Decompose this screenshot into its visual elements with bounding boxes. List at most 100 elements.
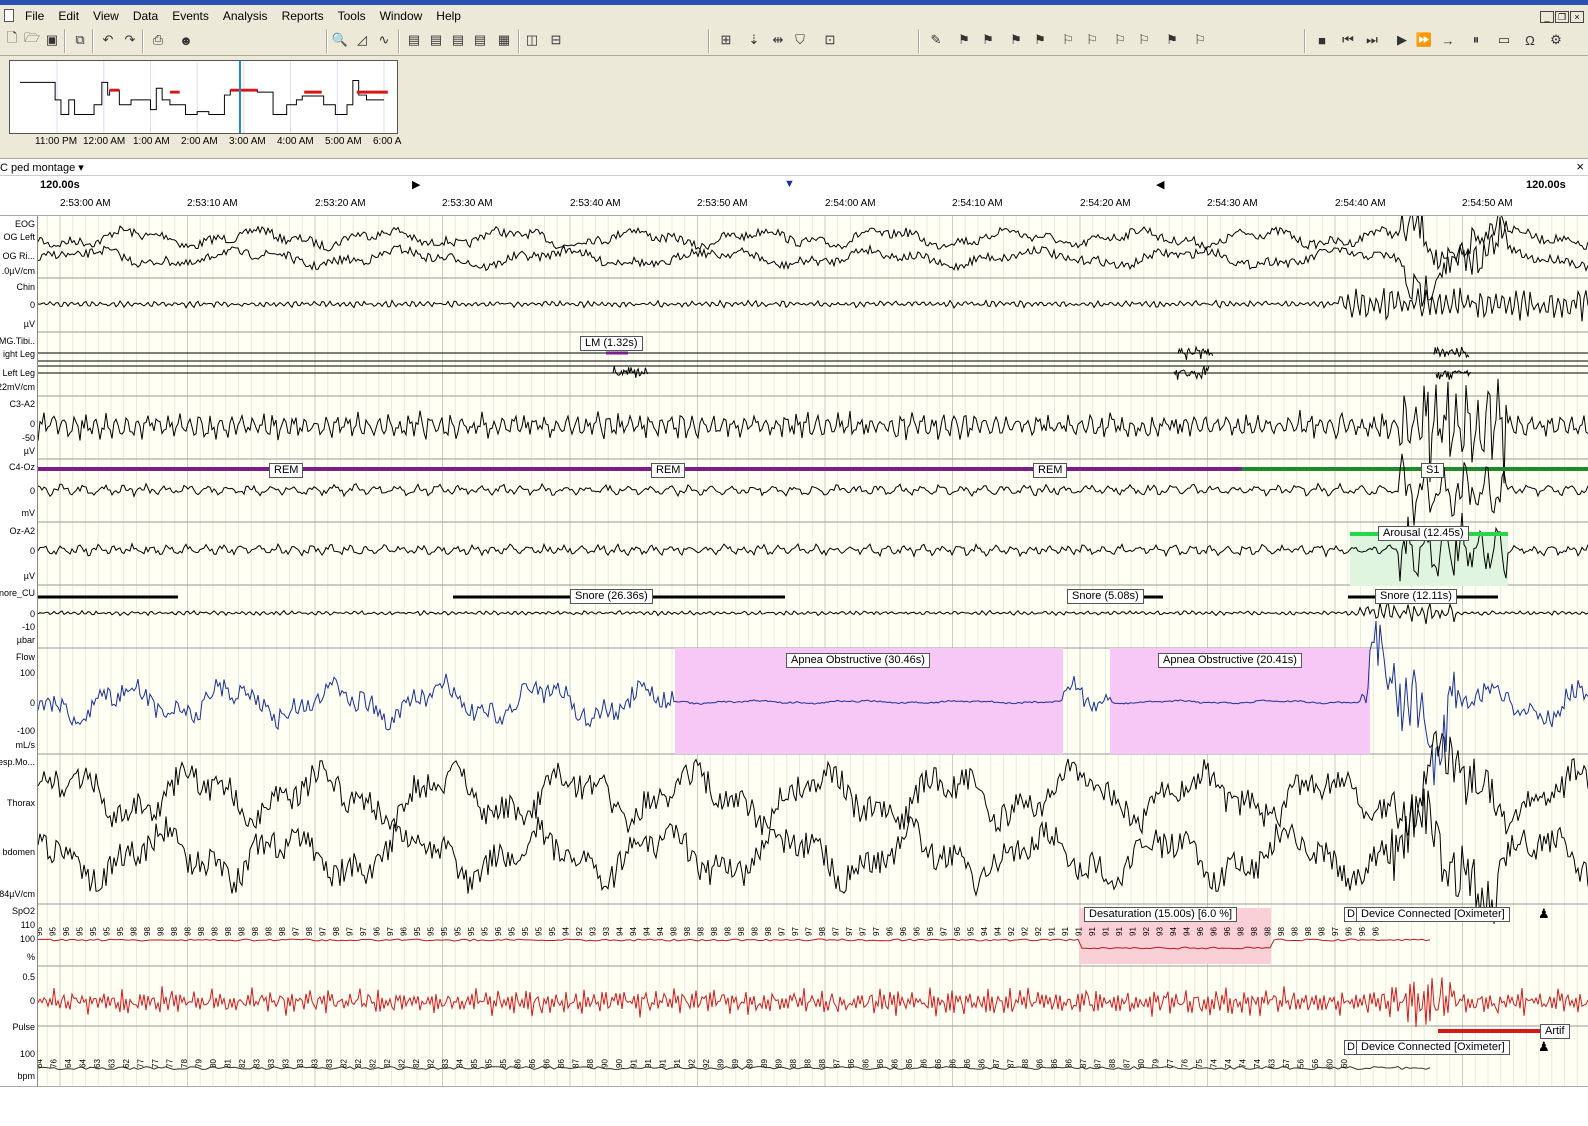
document-icon[interactable] xyxy=(4,9,14,22)
abdomen-label[interactable]: bdomen xyxy=(0,847,35,857)
menu-reports[interactable]: Reports xyxy=(275,9,331,23)
step-forward-icon[interactable]: ⏭ xyxy=(1362,30,1382,50)
spo2-value: 96 xyxy=(1196,927,1205,936)
event-tool-8-icon[interactable]: ⚐ xyxy=(1110,30,1130,50)
redo-icon[interactable]: ↷ xyxy=(120,30,140,50)
event-apnea[interactable]: Apnea Obstructive (30.46s) xyxy=(786,653,930,668)
event-arousal[interactable]: Arousal (12.45s) xyxy=(1378,526,1469,541)
window-layout-3-icon[interactable]: ▤ xyxy=(448,30,468,50)
chin-label[interactable]: Chin xyxy=(0,282,35,292)
event-tool-7-icon[interactable]: ⚐ xyxy=(1082,30,1102,50)
menu-data[interactable]: Data xyxy=(126,9,165,23)
c4-label[interactable]: C4-Oz xyxy=(0,462,35,472)
event-tool-4-icon[interactable]: ⚑ xyxy=(1006,30,1026,50)
eog-group-label[interactable]: EOG xyxy=(0,219,35,229)
new-file-icon[interactable]: 🗋 xyxy=(2,30,22,50)
emg-group-label[interactable]: MG.Tibi.. xyxy=(0,336,35,346)
measure-icon[interactable]: ◿ xyxy=(352,30,372,50)
event-tool-1-icon[interactable]: ✎ xyxy=(926,30,946,50)
open-folder-icon[interactable]: 🗁 xyxy=(22,30,42,50)
event-desaturation[interactable]: Desaturation (15.00s) [6.0 %] xyxy=(1084,907,1238,922)
flow-label[interactable]: Flow xyxy=(0,652,35,662)
event-tool-6-icon[interactable]: ⚐ xyxy=(1058,30,1078,50)
pulse-label[interactable]: Pulse xyxy=(0,1022,35,1032)
stop-icon[interactable]: ■ xyxy=(1312,30,1332,50)
restore-icon[interactable]: ❐ xyxy=(1555,11,1569,23)
split-vertical-icon[interactable]: ◫ xyxy=(522,30,542,50)
oz-label[interactable]: Oz-A2 xyxy=(0,526,35,536)
montage-icon[interactable]: ⊞ xyxy=(716,30,736,50)
event-tool-9-icon[interactable]: ⚐ xyxy=(1134,30,1154,50)
pause-icon[interactable]: ⏸ xyxy=(1466,30,1486,50)
close-icon[interactable]: × xyxy=(1570,11,1584,23)
print-icon[interactable]: ⎙ xyxy=(148,30,168,50)
montage-selector[interactable]: C ped montage ▾ xyxy=(0,161,84,174)
copy-icon[interactable]: ⧉ xyxy=(70,30,90,50)
event-rem[interactable]: REM xyxy=(1033,463,1068,478)
emg-right-label[interactable]: ight Leg xyxy=(0,349,35,359)
event-device-connected[interactable]: Device Connected [Oximeter] xyxy=(1356,1040,1510,1055)
window-layout-5-icon[interactable]: ▦ xyxy=(494,30,514,50)
cursor-marker-icon[interactable]: ▼ xyxy=(784,178,795,190)
menu-file[interactable]: File xyxy=(18,9,51,23)
event-tool-5-icon[interactable]: ⚑ xyxy=(1030,30,1050,50)
menu-events[interactable]: Events xyxy=(165,9,216,23)
event-rem[interactable]: REM xyxy=(269,463,304,478)
impedance-icon[interactable]: Ω xyxy=(1520,30,1540,50)
event-snore[interactable]: Snore (12.11s) xyxy=(1375,589,1457,604)
minimize-icon[interactable]: _ xyxy=(1540,11,1554,23)
undo-icon[interactable]: ↶ xyxy=(98,30,118,50)
window-layout-2-icon[interactable]: ▤ xyxy=(426,30,446,50)
event-tool-3-icon[interactable]: ⚑ xyxy=(978,30,998,50)
event-snore[interactable]: Snore (5.08s) xyxy=(1067,589,1144,604)
tools-icon[interactable]: ⚙ xyxy=(1546,30,1566,50)
menu-analysis[interactable]: Analysis xyxy=(216,9,275,23)
marker-down-icon[interactable]: ⇣ xyxy=(744,30,764,50)
window-layout-1-icon[interactable]: ▤ xyxy=(404,30,424,50)
menu-edit[interactable]: Edit xyxy=(51,9,86,23)
menu-view[interactable]: View xyxy=(86,9,126,23)
zoom-icon[interactable]: 🔍 xyxy=(330,30,350,50)
save-icon[interactable]: ▣ xyxy=(42,30,62,50)
split-horizontal-icon[interactable]: ⊟ xyxy=(546,30,566,50)
close-icon[interactable]: × xyxy=(1576,159,1584,174)
event-s1[interactable]: S1 xyxy=(1421,463,1445,478)
event-artifact[interactable]: Artif xyxy=(1540,1024,1570,1039)
thorax-label[interactable]: Thorax xyxy=(0,798,35,808)
pulse-value: 91 xyxy=(659,1059,668,1068)
filter-icon[interactable]: ⛉ xyxy=(790,30,810,50)
event-leg-movement[interactable]: LM (1.32s) xyxy=(580,336,643,351)
snore-label[interactable]: nore_CU xyxy=(0,588,35,598)
signal-icon[interactable]: ∿ xyxy=(374,30,394,50)
step-back-icon[interactable]: ⏮ xyxy=(1338,30,1358,50)
chart-settings-icon[interactable]: ⊡ xyxy=(820,30,840,50)
c3-label[interactable]: C3-A2 xyxy=(0,399,35,409)
eog-left-label[interactable]: OG Left xyxy=(0,232,35,242)
menu-help[interactable]: Help xyxy=(429,9,468,23)
menu-window[interactable]: Window xyxy=(373,9,430,23)
fast-forward-icon[interactable]: ⏩ xyxy=(1414,30,1434,50)
event-device-connected[interactable]: Device Connected [Oximeter] xyxy=(1356,907,1510,922)
event-tool-10-icon[interactable]: ⚑ xyxy=(1162,30,1182,50)
hypnogram[interactable] xyxy=(9,60,398,134)
resp-group-label[interactable]: esp.Mo... xyxy=(0,757,35,767)
pulse-value: 89 xyxy=(746,1059,755,1068)
menu-tools[interactable]: Tools xyxy=(331,9,373,23)
video-icon[interactable]: ▭ xyxy=(1494,30,1514,50)
event-apnea[interactable]: Apnea Obstructive (20.41s) xyxy=(1158,653,1302,668)
play-icon[interactable]: ▶ xyxy=(1392,30,1412,50)
marker-both-icon[interactable]: ⇹ xyxy=(768,30,788,50)
event-rem[interactable]: REM xyxy=(651,463,686,478)
event-snore[interactable]: Snore (26.36s) xyxy=(570,589,653,604)
user-icon[interactable]: ☻ xyxy=(176,30,196,50)
signal-plot[interactable]: 95 95 96 95 95 95 95 98 98 98 98 98 98 98 98 98 98 98 98 97… xyxy=(38,216,1588,1086)
window-layout-4-icon[interactable]: ▤ xyxy=(470,30,490,50)
emg-left-label[interactable]: Left Leg xyxy=(0,368,35,378)
back-marker-icon[interactable]: ◀ xyxy=(1156,178,1164,191)
eog-right-label[interactable]: OG Ri... xyxy=(0,251,35,261)
spo2-label[interactable]: SpO2 xyxy=(0,906,35,916)
event-tool-11-icon[interactable]: ⚐ xyxy=(1190,30,1210,50)
event-tool-2-icon[interactable]: ⚑ xyxy=(954,30,974,50)
next-icon[interactable]: → xyxy=(1438,30,1458,50)
play-marker-icon[interactable]: ▶ xyxy=(412,178,420,191)
